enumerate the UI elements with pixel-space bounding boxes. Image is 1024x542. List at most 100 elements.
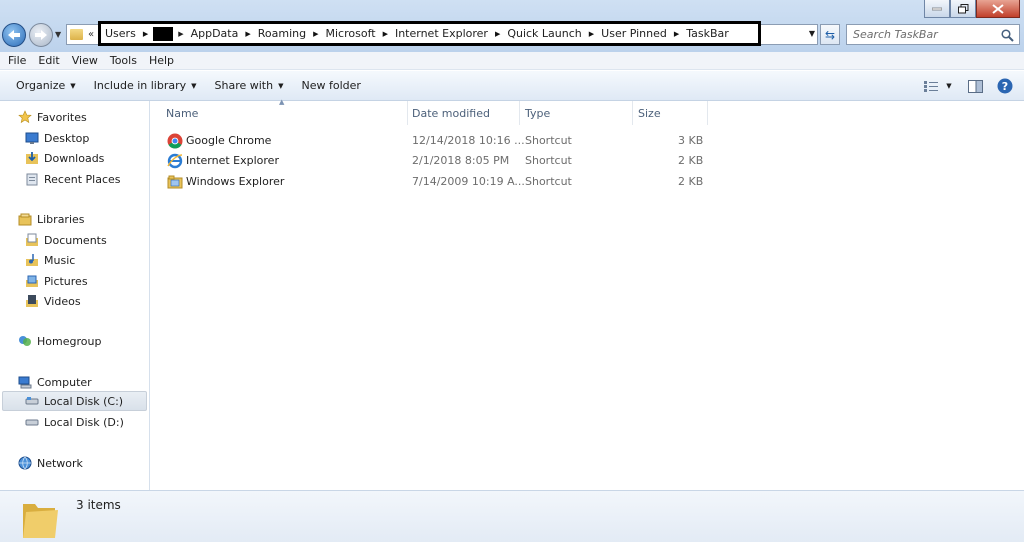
chevron-right-icon[interactable]: ▶ — [242, 30, 253, 38]
breadcrumb-item-internet-explorer[interactable]: Internet Explorer ▶ — [391, 27, 503, 40]
homegroup-icon — [19, 336, 31, 346]
recent-pages-dropdown[interactable]: ▼ — [55, 30, 61, 39]
chevron-right-icon[interactable]: ▶ — [671, 30, 682, 38]
nav-local-disk-d[interactable]: Local Disk (D:) — [25, 413, 124, 431]
close-button[interactable] — [976, 0, 1020, 18]
chevron-down-icon: ▼ — [278, 81, 284, 90]
breadcrumb-label: Quick Launch — [507, 27, 582, 40]
navigation-pane: Favorites Desktop Downloads Recent Place… — [0, 101, 150, 490]
new-folder-label: New folder — [301, 79, 361, 92]
breadcrumb-item-quick-launch[interactable]: Quick Launch ▶ — [503, 27, 597, 40]
nav-label: Pictures — [44, 274, 88, 288]
breadcrumb-item-roaming[interactable]: Roaming ▶ — [254, 27, 322, 40]
nav-label: Documents — [44, 233, 107, 247]
forward-button[interactable] — [29, 23, 53, 47]
nav-homegroup[interactable]: Homegroup — [18, 332, 101, 350]
pictures-icon — [26, 275, 38, 287]
organize-button[interactable]: Organize ▼ — [7, 79, 85, 92]
help-button[interactable]: ? — [994, 76, 1016, 96]
menu-edit[interactable]: Edit — [32, 54, 65, 67]
svg-text:?: ? — [1002, 80, 1008, 93]
chevron-right-icon[interactable]: ▶ — [586, 30, 597, 38]
breadcrumb-label: AppData — [190, 27, 239, 40]
recent-places-icon — [26, 173, 38, 186]
nav-desktop[interactable]: Desktop — [25, 129, 89, 147]
desktop-icon — [25, 132, 39, 144]
address-history-dropdown[interactable]: ▼ — [809, 29, 815, 38]
new-folder-button[interactable]: New folder — [292, 79, 369, 92]
nav-recent-places[interactable]: Recent Places — [25, 170, 121, 188]
share-with-button[interactable]: Share with ▼ — [206, 79, 293, 92]
chevron-down-icon: ▼ — [946, 82, 952, 90]
overflow-chevron-icon[interactable]: « — [88, 29, 94, 40]
column-header-type[interactable]: Type — [520, 101, 633, 125]
nav-music[interactable]: Music — [25, 251, 75, 269]
nav-label: Downloads — [44, 151, 105, 165]
breadcrumb-item-users[interactable]: Users ▶ — [101, 27, 151, 40]
menu-tools[interactable]: Tools — [104, 54, 143, 67]
file-type: Shortcut — [525, 175, 572, 188]
downloads-icon — [26, 152, 38, 164]
address-bar[interactable]: « Users ▶ ▶ AppData ▶ Roaming ▶ Microsoft ▶ … — [66, 21, 818, 46]
column-header-name[interactable]: Name — [161, 101, 408, 125]
nav-computer[interactable]: Computer — [18, 373, 92, 391]
menu-file[interactable]: File — [2, 54, 32, 67]
item-count: 3 items — [76, 498, 121, 512]
include-in-library-button[interactable]: Include in library ▼ — [85, 79, 206, 92]
nav-label: Favorites — [37, 110, 87, 124]
chevron-right-icon[interactable]: ▶ — [380, 30, 391, 38]
table-row[interactable]: Windows Explorer 7/14/2009 10:19 A... Sh… — [151, 172, 711, 192]
breadcrumb-item-appdata[interactable]: AppData ▶ — [187, 27, 254, 40]
menu-view[interactable]: View — [66, 54, 104, 67]
breadcrumb-label: Internet Explorer — [394, 27, 488, 40]
column-label: Type — [525, 106, 551, 120]
include-in-library-label: Include in library — [93, 79, 187, 92]
details-view-icon — [924, 80, 939, 92]
chevron-right-icon[interactable]: ▶ — [310, 30, 321, 38]
maximize-button[interactable] — [950, 0, 976, 18]
nav-local-disk-c[interactable]: Local Disk (C:) — [2, 391, 147, 411]
file-type: Shortcut — [525, 154, 572, 167]
breadcrumb-item-microsoft[interactable]: Microsoft ▶ — [322, 27, 391, 40]
table-row[interactable]: Google Chrome 12/14/2018 10:16 ... Short… — [151, 131, 711, 151]
preview-pane-icon — [967, 79, 983, 93]
nav-documents[interactable]: Documents — [25, 231, 107, 249]
computer-icon — [18, 376, 32, 389]
nav-favorites[interactable]: Favorites — [18, 108, 87, 126]
preview-pane-button[interactable] — [964, 76, 986, 96]
chevron-right-icon[interactable]: ▶ — [140, 30, 151, 38]
file-name: Google Chrome — [186, 134, 272, 147]
videos-icon — [26, 295, 38, 307]
nav-network[interactable]: Network — [18, 454, 83, 472]
nav-downloads[interactable]: Downloads — [25, 149, 104, 167]
file-size: 3 KB — [678, 134, 704, 147]
chevron-right-icon[interactable]: ▶ — [492, 30, 503, 38]
chevron-right-icon[interactable]: ▶ — [175, 30, 186, 38]
nav-videos[interactable]: Videos — [25, 292, 81, 310]
table-row[interactable]: Internet Explorer 2/1/2018 8:05 PM Short… — [151, 151, 711, 171]
breadcrumb-item-user-pinned[interactable]: User Pinned ▶ — [597, 27, 682, 40]
chrome-icon — [167, 133, 183, 149]
drive-icon — [25, 397, 39, 405]
breadcrumb-item-taskbar[interactable]: TaskBar — [682, 27, 733, 40]
minimize-button[interactable] — [924, 0, 950, 18]
breadcrumb-label: Microsoft — [325, 27, 376, 40]
search-input[interactable] — [847, 28, 997, 41]
network-icon — [18, 456, 32, 470]
nav-label: Computer — [37, 375, 92, 389]
search-icon[interactable] — [1001, 29, 1014, 42]
menu-help[interactable]: Help — [143, 54, 180, 67]
refresh-button[interactable]: ⇆ — [820, 24, 840, 45]
breadcrumb-label: Users — [105, 27, 136, 40]
change-view-button[interactable]: ▼ — [920, 76, 956, 96]
nav-libraries[interactable]: Libraries — [18, 210, 85, 228]
nav-label: Videos — [44, 294, 81, 308]
column-header-size[interactable]: Size — [633, 101, 708, 125]
nav-label: Desktop — [44, 131, 90, 145]
organize-label: Organize — [16, 79, 66, 92]
nav-pictures[interactable]: Pictures — [25, 272, 88, 290]
file-type: Shortcut — [525, 134, 572, 147]
back-button[interactable] — [2, 23, 26, 47]
file-size: 2 KB — [678, 175, 704, 188]
column-header-date-modified[interactable]: Date modified — [407, 101, 520, 125]
